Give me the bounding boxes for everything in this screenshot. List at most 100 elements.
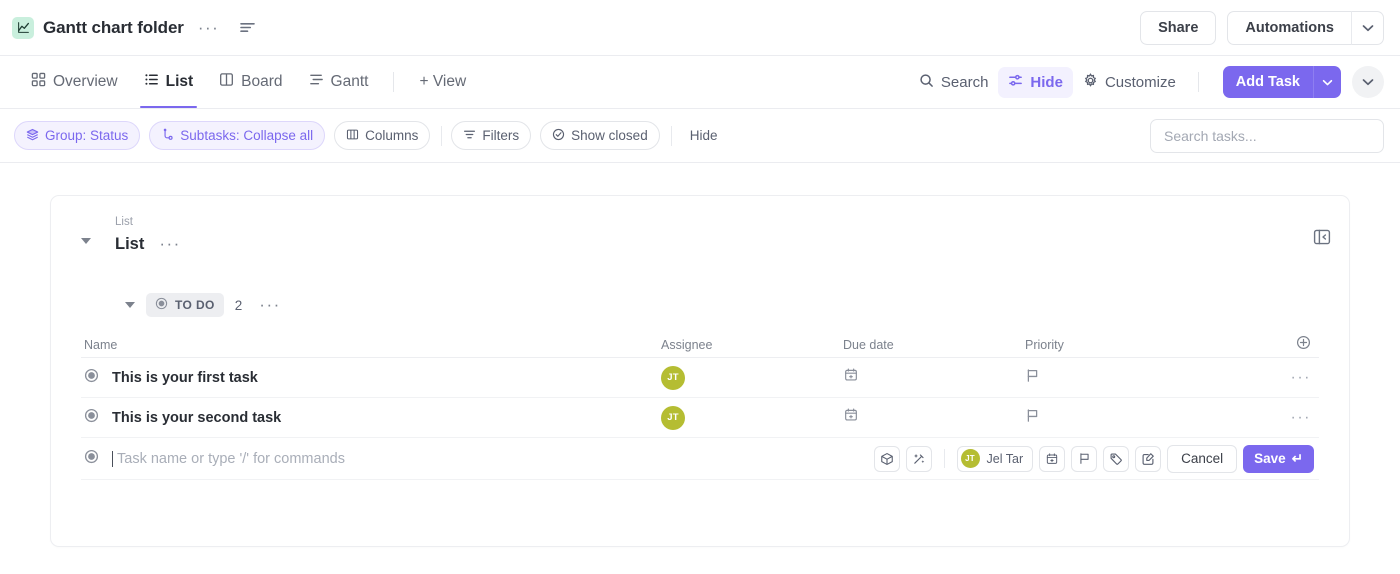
more-options-button[interactable]: [1352, 66, 1384, 98]
task-name-label: This is your second task: [112, 409, 282, 426]
save-button-label: Save: [1254, 451, 1286, 466]
filter-bar: Group: Status Subtasks: Collapse all Col…: [0, 109, 1400, 163]
chip-columns[interactable]: Columns: [334, 121, 431, 150]
hide-toggle-button[interactable]: Hide: [998, 66, 1073, 98]
tab-list[interactable]: List: [131, 56, 207, 108]
calendar-plus-icon[interactable]: [843, 407, 859, 428]
folder-more-button[interactable]: ···: [192, 16, 225, 40]
tag-icon[interactable]: [1103, 445, 1130, 472]
chip-filters[interactable]: Filters: [451, 121, 532, 150]
list-lines-icon[interactable]: [235, 19, 260, 36]
view-tab-bar: Overview List Board Gantt + View Search …: [0, 56, 1400, 109]
new-task-row: Task name or type '/' for commands JT Je…: [81, 438, 1319, 480]
magic-wand-icon[interactable]: [905, 445, 932, 472]
toolbar-divider: [1197, 72, 1199, 92]
task-name-cell[interactable]: This is your second task: [81, 408, 661, 428]
column-header-priority[interactable]: Priority: [1025, 338, 1230, 352]
priority-cell[interactable]: [1025, 408, 1230, 428]
save-button[interactable]: Save ↵: [1243, 444, 1314, 473]
list-more-button[interactable]: ···: [153, 232, 186, 256]
cube-icon[interactable]: [873, 445, 900, 472]
list-icon: [144, 72, 159, 92]
flag-icon[interactable]: [1025, 368, 1040, 388]
column-header-name[interactable]: Name: [81, 338, 661, 352]
list-header-text: List List ···: [115, 214, 187, 256]
text-cursor: [112, 450, 113, 467]
avatar[interactable]: JT: [661, 365, 685, 390]
list-header: List List ···: [51, 214, 1349, 256]
new-task-toolbar: JT Jel Tar Cancel Save ↵: [873, 444, 1319, 473]
add-column-cell: [1230, 335, 1319, 355]
automations-split-button: Automations: [1227, 10, 1384, 45]
status-dot-icon[interactable]: [84, 408, 99, 428]
chip-divider-2: [670, 125, 672, 146]
filterbar-hide-button[interactable]: Hide: [681, 128, 727, 143]
status-badge-label: TO DO: [175, 298, 215, 312]
task-name-label: This is your first task: [112, 369, 258, 386]
task-name-cell[interactable]: This is your first task: [81, 368, 661, 388]
cancel-button[interactable]: Cancel: [1167, 444, 1238, 473]
tab-overview-label: Overview: [53, 73, 118, 90]
table-row[interactable]: This is your first task JT ···: [81, 358, 1319, 398]
chevron-down-icon[interactable]: [1351, 10, 1384, 45]
group-collapse-triangle[interactable]: [125, 302, 135, 308]
top-bar: Gantt chart folder ··· Share Automations: [0, 0, 1400, 56]
tab-gantt[interactable]: Gantt: [296, 56, 382, 108]
add-view-button[interactable]: + View: [406, 56, 479, 108]
flag-icon[interactable]: [1025, 408, 1040, 428]
grid-icon: [31, 72, 46, 92]
chip-subtasks[interactable]: Subtasks: Collapse all: [149, 121, 326, 150]
chip-show-closed[interactable]: Show closed: [540, 121, 660, 150]
group-more-button[interactable]: ···: [253, 293, 286, 317]
assignee-cell[interactable]: JT: [661, 405, 843, 430]
list-card: List List ··· TO DO 2 ··· Name Assignee …: [50, 195, 1350, 547]
gear-icon: [1083, 72, 1098, 92]
status-dot-icon[interactable]: [84, 449, 99, 469]
assignee-cell[interactable]: JT: [661, 365, 843, 390]
customize-button[interactable]: Customize: [1073, 67, 1186, 98]
avatar[interactable]: JT: [661, 405, 685, 430]
due-date-cell[interactable]: [843, 367, 1025, 388]
new-task-input-area[interactable]: Task name or type '/' for commands: [81, 449, 874, 469]
sliders-icon: [1008, 73, 1023, 92]
list-collapse-triangle[interactable]: [81, 238, 91, 244]
search-tasks-input[interactable]: [1150, 118, 1384, 153]
search-button[interactable]: Search: [909, 67, 999, 98]
board-icon: [219, 72, 234, 92]
add-task-button[interactable]: Add Task: [1223, 66, 1313, 98]
column-header-assignee-label: Assignee: [661, 337, 713, 352]
row-menu-cell: ···: [1230, 369, 1319, 385]
group-header-todo: TO DO 2 ···: [51, 292, 1349, 318]
tab-board[interactable]: Board: [206, 56, 295, 108]
priority-cell[interactable]: [1025, 368, 1230, 388]
flag-icon[interactable]: [1071, 445, 1098, 472]
tab-divider: [393, 72, 395, 92]
row-menu-button[interactable]: ···: [1291, 409, 1311, 425]
breadcrumb: List: [115, 216, 133, 228]
hide-toggle-label: Hide: [1030, 73, 1063, 91]
list-title: List: [115, 234, 145, 253]
calendar-plus-icon[interactable]: [843, 367, 859, 388]
tab-overview[interactable]: Overview: [18, 56, 131, 108]
chip-filters-label: Filters: [482, 128, 520, 143]
calendar-plus-icon[interactable]: [1039, 445, 1066, 472]
status-dot-icon: [155, 297, 168, 313]
status-badge[interactable]: TO DO: [146, 293, 224, 317]
automations-button[interactable]: Automations: [1227, 10, 1351, 45]
edit-square-icon[interactable]: [1135, 445, 1162, 472]
new-task-assignee-chip[interactable]: JT Jel Tar: [956, 445, 1034, 472]
table-row[interactable]: This is your second task JT ···: [81, 398, 1319, 438]
main-canvas: List List ··· TO DO 2 ··· Name Assignee …: [0, 163, 1400, 547]
customize-label: Customize: [1104, 73, 1176, 91]
share-button[interactable]: Share: [1140, 10, 1217, 45]
chevron-down-icon[interactable]: [1313, 66, 1341, 98]
plus-circle-icon[interactable]: [1296, 335, 1311, 355]
row-menu-button[interactable]: ···: [1291, 369, 1311, 385]
column-header-due-date[interactable]: Due date: [843, 338, 1025, 352]
due-date-cell[interactable]: [843, 407, 1025, 428]
chip-group-status[interactable]: Group: Status: [14, 121, 141, 150]
status-dot-icon[interactable]: [84, 368, 99, 388]
panel-collapse-icon[interactable]: [1313, 228, 1331, 251]
new-task-placeholder: Task name or type '/' for commands: [117, 450, 345, 467]
column-header-assignee[interactable]: Assignee: [661, 338, 843, 352]
